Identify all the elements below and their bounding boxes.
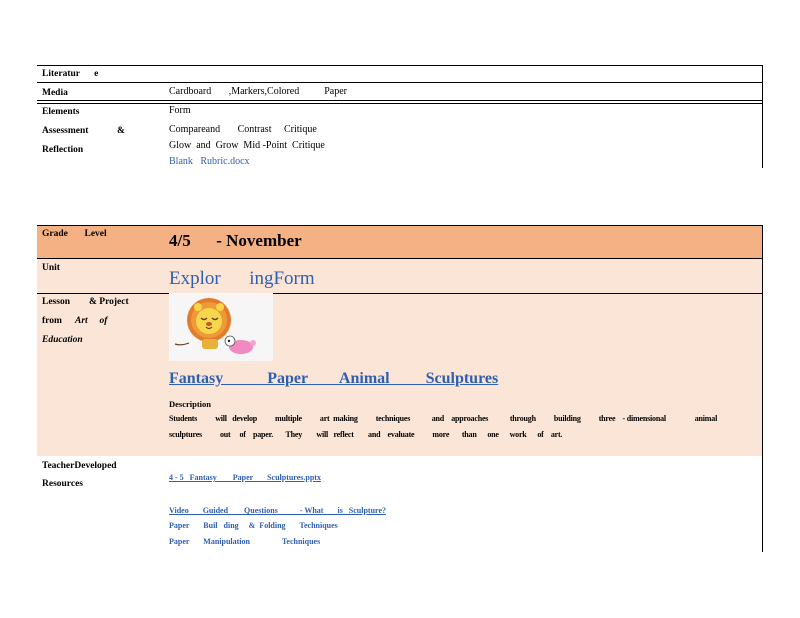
elements-value: Form [169,105,191,116]
row-divider [37,82,762,83]
row-divider [37,100,762,101]
assessment-value-1: Compareand Contrast Critique [169,124,317,135]
lesson-label-art-of: Art of [75,316,108,326]
unit-label: Unit [42,263,60,273]
assessment-label: Assessment & [42,126,125,136]
resource-link-building-folding[interactable]: Paper Buil ding & Folding Techniques [169,520,338,532]
lesson-label-education: Education [42,335,83,345]
assessment-value-2: Glow and Grow Mid -Point Critique [169,140,325,151]
elements-label: Elements [42,107,80,117]
lesson-label-from: from [42,316,62,326]
blank-rubric-link[interactable]: Blank Rubric.docx [169,155,250,169]
description-line-2: sculptures out of paper. They will refle… [169,430,563,439]
media-value: Cardboard ,Markers,Colored Paper [169,86,348,97]
right-border [762,65,763,168]
row-divider [37,258,762,259]
reflection-label: Reflection [42,145,84,155]
resources-label-2: Resources [42,479,83,489]
row-divider [37,103,762,104]
row-divider [37,225,762,226]
lesson-title-link[interactable]: Fantasy Paper Animal Sculptures [169,368,498,390]
media-label: Media [42,88,68,98]
top-table-border [37,65,762,66]
resource-link-manipulation[interactable]: Paper Manipulation Techniques [169,536,320,548]
literature-label: Literatur e [42,69,99,79]
grade-level-value: 4/5 - November [169,231,302,250]
unit-value: Explor ingForm [169,268,315,289]
description-heading: Description [169,399,212,409]
resources-label: TeacherDeveloped [42,461,117,471]
lesson-label: Lesson & Project [42,297,129,307]
lion-sculpture-image [169,293,273,361]
grade-row-background [37,225,762,258]
resource-link-video[interactable]: Video Guided Questions - What is Sculptu… [169,505,391,517]
row-divider [37,293,762,294]
grade-level-label: Grade Level [42,229,107,239]
description-line-1: Students will develop multiple art makin… [169,414,718,423]
right-border [762,225,763,552]
unit-row-background [37,258,762,293]
resource-link-pptx[interactable]: 4 - 5 Fantasy Paper Sculptures.pptx [169,472,340,484]
